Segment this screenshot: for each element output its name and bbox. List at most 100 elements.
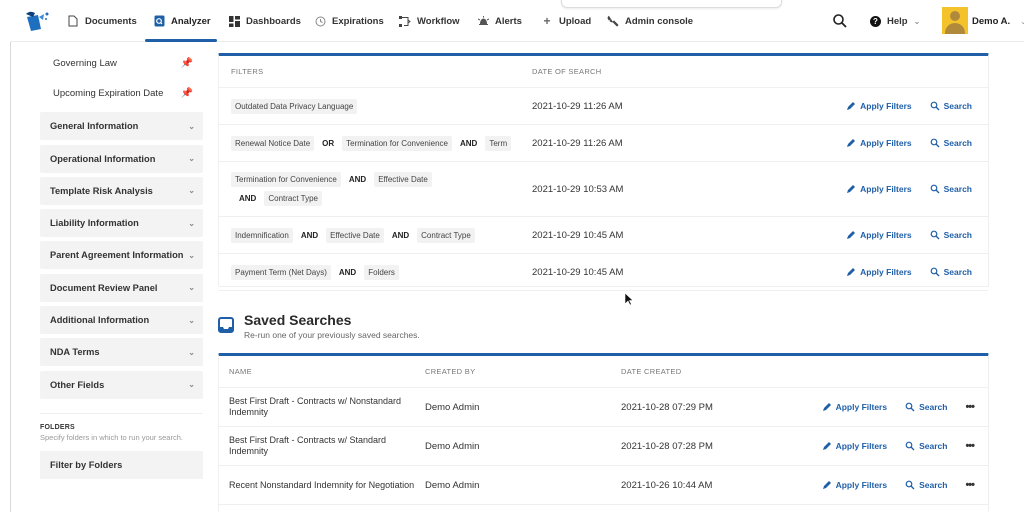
logic-operator: AND bbox=[460, 138, 478, 148]
nav-analyzer[interactable]: Analyzer bbox=[145, 0, 217, 42]
table-row: Indemnification AND Effective Date AND Contr… bbox=[219, 217, 988, 254]
apply-filters-button[interactable]: Apply Filters bbox=[822, 402, 887, 412]
pin-icon[interactable]: 📌 bbox=[181, 88, 193, 99]
search-icon[interactable] bbox=[832, 13, 848, 29]
row-actions: Apply Filters Search ••• bbox=[791, 479, 988, 491]
action-label: Apply Filters bbox=[835, 441, 888, 451]
pencil-icon bbox=[822, 402, 832, 412]
filter-chip: Term bbox=[485, 135, 512, 151]
plus-icon: + bbox=[543, 14, 551, 28]
table-row: Payment Term (Net Days) AND Folders 2021-10… bbox=[219, 254, 988, 291]
action-label: Search bbox=[919, 480, 948, 490]
nav-expirations[interactable]: Expirations bbox=[314, 0, 384, 42]
nav-admin-console[interactable]: Admin console bbox=[607, 0, 693, 42]
accordion-document-review-panel[interactable]: Document Review Panel ⌄ bbox=[40, 273, 203, 302]
apply-filters-button[interactable]: Apply Filters bbox=[846, 230, 912, 240]
search-icon bbox=[930, 230, 940, 240]
apply-filters-button[interactable]: Apply Filters bbox=[846, 267, 912, 277]
column-header-name: NAME bbox=[229, 367, 252, 376]
saved-searches-subtitle: Re-run one of your previously saved sear… bbox=[244, 330, 420, 340]
chevron-down-icon[interactable]: ⌄ bbox=[1020, 17, 1024, 26]
column-header-date: DATE OF SEARCH bbox=[532, 67, 602, 76]
table-row: Outdated Data Privacy Language 2021-10-29… bbox=[219, 88, 988, 125]
nav-alerts[interactable]: Alerts bbox=[477, 0, 522, 42]
search-button[interactable]: Search bbox=[930, 230, 972, 240]
table-row: Recent Nonstandard Indemnity for Negotia… bbox=[219, 466, 988, 505]
chevron-down-icon: ⌄ bbox=[188, 347, 195, 357]
more-options-icon[interactable]: ••• bbox=[965, 440, 975, 452]
nav-documents[interactable]: Documents bbox=[67, 0, 137, 42]
action-label: Apply Filters bbox=[835, 480, 888, 490]
filter-chip: Effective Date bbox=[326, 227, 384, 243]
saved-search-name[interactable]: Best First Draft - Contracts w/ Nonstand… bbox=[219, 396, 415, 418]
apply-filters-button[interactable]: Apply Filters bbox=[822, 441, 887, 451]
chevron-down-icon: ⌄ bbox=[188, 250, 195, 260]
action-label: Apply Filters bbox=[835, 402, 888, 412]
user-name[interactable]: Demo A. bbox=[972, 0, 1010, 42]
saved-search-name[interactable]: Best First Draft - Contracts w/ Standard… bbox=[219, 435, 415, 457]
saved-search-name[interactable]: Recent Nonstandard Indemnity for Negotia… bbox=[219, 480, 415, 491]
filter-chip: Folders bbox=[364, 264, 399, 280]
nav-upload[interactable]: + Upload bbox=[541, 0, 591, 42]
date-created: 2021-10-28 07:28 PM bbox=[621, 440, 713, 452]
chevron-down-icon: ⌄ bbox=[188, 186, 195, 196]
nav-workflow[interactable]: Workflow bbox=[399, 0, 460, 42]
pencil-icon bbox=[846, 101, 856, 111]
accordion-general-information[interactable]: General Information ⌄ bbox=[40, 112, 203, 141]
filter-by-folders-button[interactable]: Filter by Folders bbox=[40, 450, 203, 479]
help-menu[interactable]: ? Help ⌄ bbox=[870, 0, 920, 42]
search-button[interactable]: Search bbox=[905, 480, 947, 490]
more-options-icon[interactable]: ••• bbox=[965, 479, 975, 491]
row-actions: Apply Filters Search bbox=[830, 101, 988, 111]
pencil-icon bbox=[822, 441, 832, 451]
accordion-additional-information[interactable]: Additional Information ⌄ bbox=[40, 306, 203, 335]
action-label: Apply Filters bbox=[860, 101, 912, 111]
accordion-nda-terms[interactable]: NDA Terms ⌄ bbox=[40, 338, 203, 367]
app-logo-icon[interactable] bbox=[24, 9, 50, 33]
filter-chips: Outdated Data Privacy Language bbox=[219, 98, 520, 114]
apply-filters-button[interactable]: Apply Filters bbox=[846, 101, 912, 111]
search-button[interactable]: Search bbox=[930, 184, 972, 194]
search-button[interactable]: Search bbox=[930, 267, 972, 277]
avatar[interactable] bbox=[942, 7, 968, 34]
row-actions: Apply Filters Search bbox=[830, 138, 988, 148]
apply-filters-button[interactable]: Apply Filters bbox=[846, 184, 912, 194]
apply-filters-button[interactable]: Apply Filters bbox=[846, 138, 912, 148]
inbox-icon bbox=[218, 317, 234, 333]
search-date: 2021-10-29 11:26 AM bbox=[532, 100, 623, 112]
apply-filters-button[interactable]: Apply Filters bbox=[822, 480, 887, 490]
search-button[interactable]: Search bbox=[905, 402, 947, 412]
table-row: Termination for Convenience AND Effective … bbox=[219, 162, 988, 217]
pencil-icon bbox=[846, 267, 856, 277]
accordion-parent-agreement-information[interactable]: Parent Agreement Information ⌄ bbox=[40, 241, 203, 270]
row-actions: Apply Filters Search bbox=[830, 267, 988, 277]
table-row: Best First Draft - Contracts w/ Nonstand… bbox=[219, 388, 988, 427]
action-label: Search bbox=[943, 230, 972, 240]
pencil-icon bbox=[822, 480, 832, 490]
accordion-other-fields[interactable]: Other Fields ⌄ bbox=[40, 370, 203, 399]
accordion-operational-information[interactable]: Operational Information ⌄ bbox=[40, 144, 203, 173]
filter-chip: Termination for Convenience bbox=[231, 172, 341, 187]
pinned-field-governing-law[interactable]: Governing Law 📌 bbox=[40, 48, 203, 78]
action-label: Search bbox=[919, 441, 948, 451]
accordion-template-risk-analysis[interactable]: Template Risk Analysis ⌄ bbox=[40, 176, 203, 205]
search-date: 2021-10-29 10:53 AM bbox=[532, 183, 624, 195]
row-actions: Apply Filters Search bbox=[830, 184, 988, 194]
nav-dashboards[interactable]: Dashboards bbox=[228, 0, 301, 42]
filter-chips: Renewal Notice Date OR Termination for Con… bbox=[219, 135, 520, 151]
folders-heading: FOLDERS bbox=[40, 423, 75, 431]
logic-operator: AND bbox=[348, 175, 367, 184]
search-button[interactable]: Search bbox=[905, 441, 947, 451]
filter-chip: Contract Type bbox=[417, 227, 475, 243]
search-button[interactable]: Search bbox=[930, 101, 972, 111]
search-button[interactable]: Search bbox=[930, 138, 972, 148]
pinned-field-upcoming-expiration[interactable]: Upcoming Expiration Date 📌 bbox=[40, 78, 203, 108]
action-label: Search bbox=[943, 138, 972, 148]
pencil-icon bbox=[846, 184, 856, 194]
search-date: 2021-10-29 10:45 AM bbox=[532, 266, 624, 278]
more-options-icon[interactable]: ••• bbox=[965, 401, 975, 413]
pin-icon[interactable]: 📌 bbox=[181, 58, 193, 69]
saved-searches-header: Saved Searches Re-run one of your previo… bbox=[218, 312, 420, 340]
accordion-liability-information[interactable]: Liability Information ⌄ bbox=[40, 209, 203, 238]
created-by: Demo Admin bbox=[425, 440, 480, 452]
